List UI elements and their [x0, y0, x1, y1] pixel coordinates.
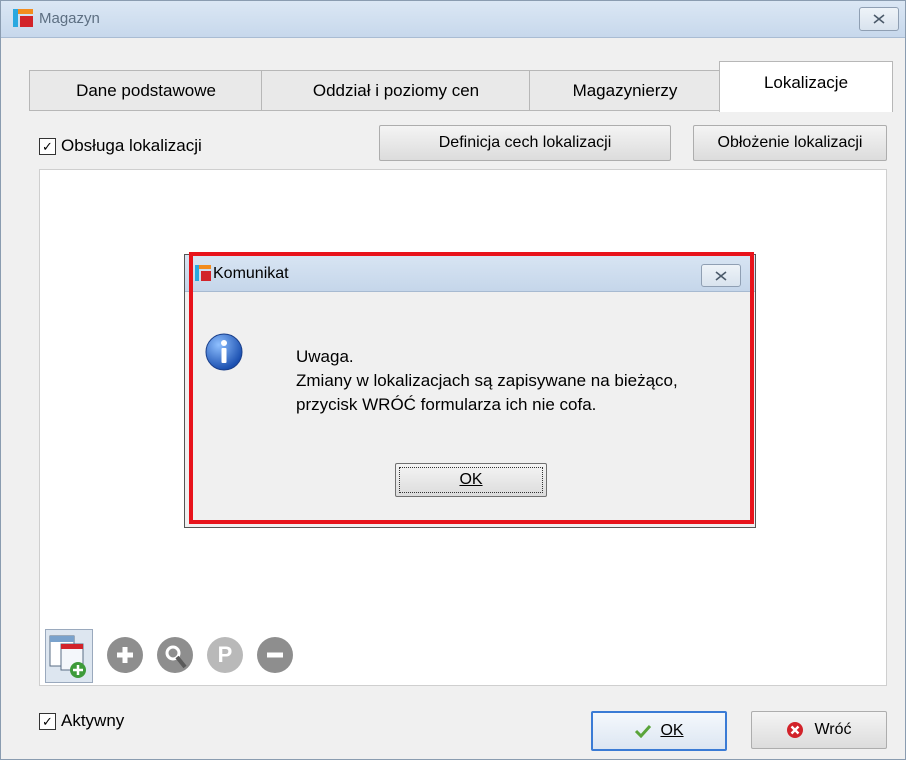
- obsluga-lokalizacji-checkbox[interactable]: ✓: [39, 138, 56, 155]
- p-glyph: P: [217, 642, 233, 667]
- button-label: Obłożenie lokalizacji: [717, 134, 863, 151]
- button-label: Wróć: [814, 721, 852, 738]
- tab-label: Oddział i poziomy cen: [312, 81, 480, 100]
- plus-circle-icon[interactable]: [107, 637, 143, 673]
- close-icon: [715, 270, 727, 281]
- dialog-title: Komunikat: [213, 265, 289, 282]
- aktywny-checkbox[interactable]: ✓: [39, 713, 56, 730]
- magnifier-glyph: [165, 645, 187, 669]
- title-bar[interactable]: Magazyn: [1, 1, 905, 38]
- dialog-title-bar[interactable]: Komunikat: [185, 255, 755, 292]
- button-label: OK: [660, 722, 684, 739]
- tab-lokalizacje[interactable]: Lokalizacje: [719, 61, 893, 112]
- window-close-button[interactable]: [859, 7, 899, 31]
- dialog-ok-button[interactable]: OK: [395, 463, 547, 497]
- button-label: Definicja cech lokalizacji: [438, 134, 612, 151]
- close-icon: [873, 14, 885, 24]
- tab-oddzial-i-poziomy-cen[interactable]: Oddział i poziomy cen: [261, 70, 531, 111]
- tab-label: Dane podstawowe: [76, 81, 216, 100]
- tab-magazynierzy[interactable]: Magazynierzy: [529, 70, 721, 111]
- plus-glyph: [117, 647, 133, 663]
- komunikat-dialog: Komunikat Uwaga. Zmiany w lokalizacjach …: [184, 254, 756, 528]
- checkmark-icon: ✓: [42, 714, 53, 729]
- add-location-icon[interactable]: [45, 629, 93, 683]
- dialog-message-line-3: przycisk WRÓĆ formularza ich nie cofa.: [296, 395, 597, 414]
- info-icon: [205, 333, 243, 371]
- app-icon: [13, 9, 33, 27]
- definicja-cech-lokalizacji-button[interactable]: Definicja cech lokalizacji: [379, 125, 671, 161]
- window-title: Magazyn: [39, 10, 100, 27]
- tab-label: Magazynierzy: [572, 81, 678, 100]
- minus-circle-icon[interactable]: [257, 637, 293, 673]
- wroc-button[interactable]: Wróć: [751, 711, 887, 749]
- minus-glyph: [267, 652, 283, 658]
- dialog-message-line-2: Zmiany w lokalizacjach są zapisywane na …: [296, 371, 678, 390]
- dialog-message-line-1: Uwaga.: [296, 347, 354, 366]
- checkmark-icon: ✓: [42, 139, 53, 154]
- search-circle-icon[interactable]: [157, 637, 193, 673]
- p-circle-icon[interactable]: P: [207, 637, 243, 673]
- aktywny-label: Aktywny: [61, 711, 125, 730]
- tab-label: Lokalizacje: [763, 73, 849, 92]
- tab-dane-podstawowe[interactable]: Dane podstawowe: [29, 70, 263, 111]
- magazyn-window: Magazyn Dane podstawowe Oddział i poziom…: [0, 0, 906, 760]
- app-icon: [195, 265, 211, 281]
- obłożenie-lokalizacji-button[interactable]: Obłożenie lokalizacji: [693, 125, 887, 161]
- obsluga-lokalizacji-label: Obsługa lokalizacji: [61, 136, 202, 155]
- cancel-icon: [787, 722, 804, 738]
- check-icon: [635, 724, 652, 738]
- ok-button[interactable]: OK: [591, 711, 727, 751]
- dialog-close-button[interactable]: [701, 264, 741, 287]
